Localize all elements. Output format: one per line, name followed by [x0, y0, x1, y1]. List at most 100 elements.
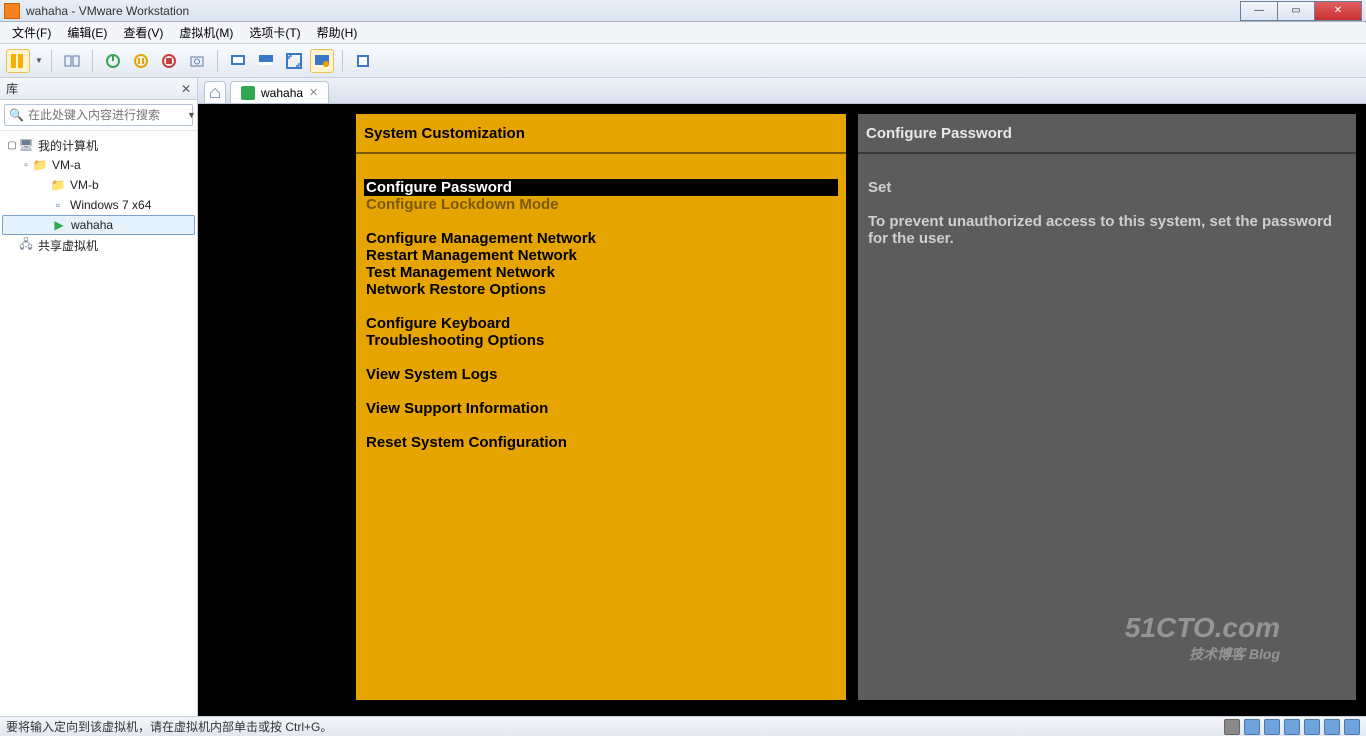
tree-label: 共享虚拟机	[38, 237, 98, 254]
device-tray	[1224, 719, 1360, 735]
window-titlebar: wahaha - VMware Workstation — ▭ ✕	[0, 0, 1366, 22]
dcui-left-title-text: System Customization	[364, 125, 525, 142]
library-title: 库	[6, 80, 18, 97]
close-icon[interactable]: ✕	[309, 86, 318, 99]
computer-icon: 🖥	[18, 137, 34, 153]
library-tree: ▢ 🖥 我的计算机 ▫ 📁 VM-a 📁 VM-b ▫ Windows 7 x6…	[0, 131, 197, 259]
search-input-wrap[interactable]: 🔍 ▼	[4, 104, 193, 126]
dcui-right-title-text: Configure Password	[866, 125, 1012, 142]
close-button[interactable]: ✕	[1314, 1, 1362, 21]
dcui-menu-item[interactable]: Configure Management Network	[364, 230, 838, 247]
tray-net-icon[interactable]	[1264, 719, 1280, 735]
tree-label: Windows 7 x64	[70, 198, 151, 212]
fullscreen-button[interactable]	[282, 49, 306, 73]
toolbar-separator	[92, 50, 93, 72]
dcui-detail-status: Set	[866, 179, 1348, 196]
tab-strip: wahaha ✕	[198, 78, 1366, 104]
tree-item-win7[interactable]: ▫ Windows 7 x64	[2, 195, 195, 215]
collapse-icon[interactable]: ▢	[6, 140, 18, 151]
dcui-menu-item[interactable]: Configure Keyboard	[364, 315, 838, 332]
tray-cd-icon[interactable]	[1244, 719, 1260, 735]
vm-running-icon: ▶	[51, 217, 67, 233]
dcui-menu[interactable]: Configure PasswordConfigure Lockdown Mod…	[356, 154, 846, 700]
tree-root-shared[interactable]: 🖧 共享虚拟机	[2, 235, 195, 255]
status-text: 要将输入定向到该虚拟机，请在虚拟机内部单击或按 Ctrl+G。	[6, 718, 332, 735]
dcui-left-panel: System Customization Configure PasswordC…	[356, 114, 846, 700]
menu-bar: 文件(F) 编辑(E) 查看(V) 虚拟机(M) 选项卡(T) 帮助(H)	[0, 22, 1366, 44]
dcui-menu-item[interactable]: Network Restore Options	[364, 281, 838, 298]
folder-icon: 📁	[50, 177, 66, 193]
tray-printer-icon[interactable]	[1324, 719, 1340, 735]
show-desktop-button[interactable]	[254, 49, 278, 73]
toolbar: ▼	[0, 44, 1366, 78]
tree-item-vm-a[interactable]: ▫ 📁 VM-a	[2, 155, 195, 175]
tray-display-icon[interactable]	[1344, 719, 1360, 735]
vm-console[interactable]: System Customization Configure PasswordC…	[198, 104, 1366, 716]
expand-icon[interactable]: ▫	[20, 160, 32, 171]
dcui-menu-item[interactable]: Reset System Configuration	[364, 434, 838, 451]
tray-usb-icon[interactable]	[1284, 719, 1300, 735]
manage-button[interactable]	[351, 49, 375, 73]
library-sidebar: 库 ✕ 🔍 ▼ ▢ 🖥 我的计算机 ▫ 📁 VM-a 📁	[0, 78, 198, 716]
thumbnail-button[interactable]	[60, 49, 84, 73]
tree-label: VM-a	[52, 158, 81, 172]
app-icon	[4, 3, 20, 19]
tree-root-mycomputer[interactable]: ▢ 🖥 我的计算机	[2, 135, 195, 155]
dcui-menu-item[interactable]: View Support Information	[364, 400, 838, 417]
tree-item-wahaha[interactable]: ▶ wahaha	[2, 215, 195, 235]
tree-item-vm-b[interactable]: 📁 VM-b	[2, 175, 195, 195]
power-on-button[interactable]	[101, 49, 125, 73]
dcui-detail: Set To prevent unauthorized access to th…	[858, 154, 1356, 700]
power-off-button[interactable]	[157, 49, 181, 73]
maximize-button[interactable]: ▭	[1277, 1, 1315, 21]
dcui-root: System Customization Configure PasswordC…	[356, 114, 1366, 700]
menu-help[interactable]: 帮助(H)	[311, 22, 364, 43]
dcui-right-panel: Configure Password Set To prevent unauth…	[858, 114, 1356, 700]
content-area: wahaha ✕ System Customization Configure …	[198, 78, 1366, 716]
menu-edit[interactable]: 编辑(E)	[61, 22, 113, 43]
unity-button[interactable]	[310, 49, 334, 73]
tab-wahaha[interactable]: wahaha ✕	[230, 81, 329, 103]
vm-running-icon	[241, 86, 255, 100]
esxi-dcui-console[interactable]: System Customization Configure PasswordC…	[268, 104, 1296, 690]
tree-label: VM-b	[70, 178, 99, 192]
menu-tabs[interactable]: 选项卡(T)	[243, 22, 306, 43]
home-tab[interactable]	[204, 81, 226, 103]
chevron-down-icon[interactable]: ▼	[187, 110, 196, 120]
menu-vm[interactable]: 虚拟机(M)	[173, 22, 239, 43]
menu-file[interactable]: 文件(F)	[6, 22, 57, 43]
dcui-detail-text: To prevent unauthorized access to this s…	[866, 213, 1348, 247]
dcui-left-title: System Customization	[356, 114, 846, 154]
dcui-menu-item[interactable]: View System Logs	[364, 366, 838, 383]
show-console-button[interactable]	[226, 49, 250, 73]
library-header: 库 ✕	[0, 78, 197, 100]
library-toggle-button[interactable]	[6, 49, 30, 73]
menu-view[interactable]: 查看(V)	[117, 22, 169, 43]
close-icon[interactable]: ✕	[181, 82, 191, 96]
suspend-button[interactable]	[129, 49, 153, 73]
snapshot-button[interactable]	[185, 49, 209, 73]
tree-label: 我的计算机	[38, 137, 98, 154]
dcui-menu-item[interactable]: Configure Password	[364, 179, 838, 196]
search-icon: 🔍	[9, 108, 24, 122]
search-input[interactable]	[28, 108, 183, 122]
vm-icon: ▫	[50, 197, 66, 213]
minimize-button[interactable]: —	[1240, 1, 1278, 21]
dcui-menu-item[interactable]: Restart Management Network	[364, 247, 838, 264]
dcui-menu-item[interactable]: Configure Lockdown Mode	[364, 196, 838, 213]
main-area: 库 ✕ 🔍 ▼ ▢ 🖥 我的计算机 ▫ 📁 VM-a 📁	[0, 78, 1366, 716]
toolbar-separator	[217, 50, 218, 72]
tray-sound-icon[interactable]	[1304, 719, 1320, 735]
dcui-menu-item[interactable]: Test Management Network	[364, 264, 838, 281]
folder-icon: 📁	[32, 157, 48, 173]
window-title: wahaha - VMware Workstation	[26, 4, 189, 18]
dcui-menu-item[interactable]: Troubleshooting Options	[364, 332, 838, 349]
tab-label: wahaha	[261, 86, 303, 100]
window-controls: — ▭ ✕	[1241, 1, 1362, 21]
toolbar-separator	[51, 50, 52, 72]
dropdown-caret-icon[interactable]: ▼	[35, 56, 43, 65]
tree-label: wahaha	[71, 218, 113, 232]
shared-icon: 🖧	[18, 237, 34, 253]
tray-hdd-icon[interactable]	[1224, 719, 1240, 735]
toolbar-separator	[342, 50, 343, 72]
